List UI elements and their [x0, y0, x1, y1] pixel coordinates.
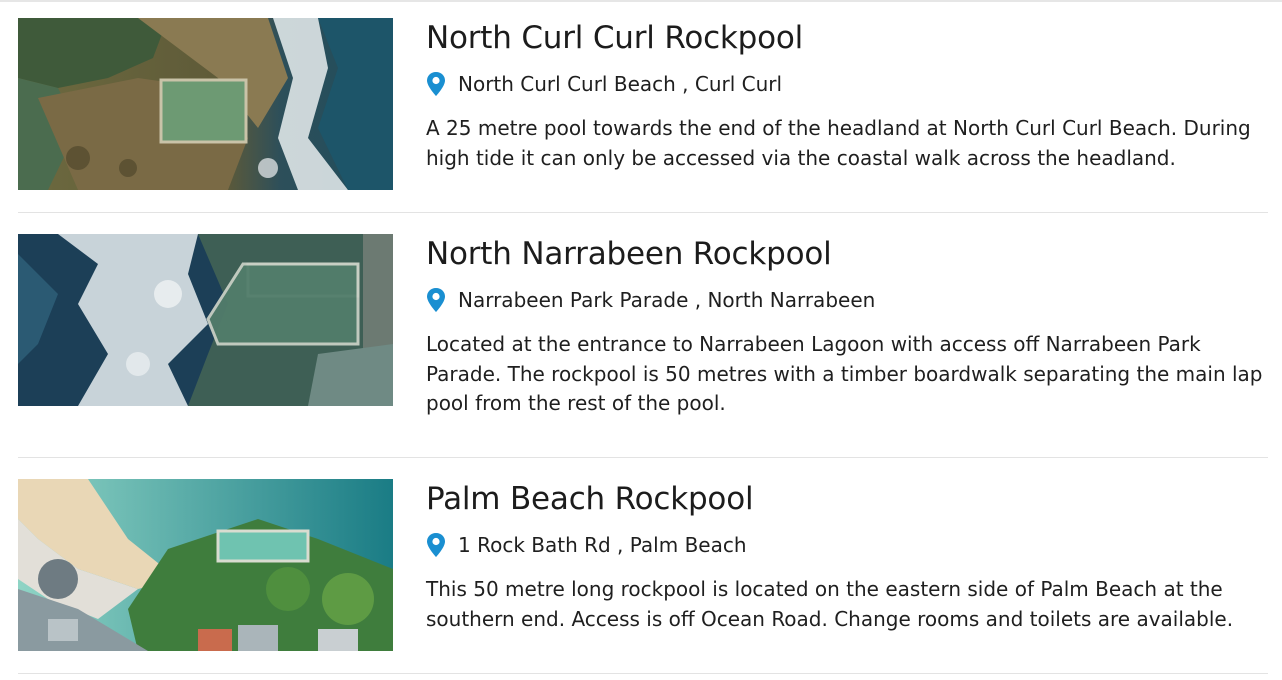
location-text: Narrabeen Park Parade , North Narrabeen [458, 288, 876, 312]
listing-info: North Narrabeen Rockpool Narrabeen Park … [426, 234, 1268, 419]
listing-image[interactable] [18, 234, 393, 406]
listing-location: 1 Rock Bath Rd , Palm Beach [426, 531, 1268, 559]
listing-info: North Curl Curl Rockpool North Curl Curl… [426, 18, 1268, 173]
map-pin-icon [426, 71, 448, 97]
aerial-rockpool-image [18, 234, 393, 406]
listing-card: North Narrabeen Rockpool Narrabeen Park … [18, 234, 1268, 458]
listing-card: Palm Beach Rockpool 1 Rock Bath Rd , Pal… [18, 479, 1268, 674]
listing-location: North Curl Curl Beach , Curl Curl [426, 70, 1268, 98]
listing-title[interactable]: North Curl Curl Rockpool [426, 18, 1268, 58]
map-pin-icon [426, 287, 448, 313]
location-text: North Curl Curl Beach , Curl Curl [458, 72, 783, 96]
listing-image[interactable] [18, 18, 393, 190]
listing-description: This 50 metre long rockpool is located o… [426, 577, 1234, 631]
listing-info: Palm Beach Rockpool 1 Rock Bath Rd , Pal… [426, 479, 1268, 634]
map-pin-icon [426, 532, 448, 558]
listing-title[interactable]: North Narrabeen Rockpool [426, 234, 1268, 274]
listing-image[interactable] [18, 479, 393, 651]
top-divider [0, 0, 1282, 2]
listing-location: Narrabeen Park Parade , North Narrabeen [426, 286, 1268, 314]
listing-description: A 25 metre pool towards the end of the h… [426, 116, 1251, 170]
aerial-rockpool-image [18, 18, 393, 190]
listing-description: Located at the entrance to Narrabeen Lag… [426, 332, 1263, 415]
listing-title[interactable]: Palm Beach Rockpool [426, 479, 1268, 519]
location-text: 1 Rock Bath Rd , Palm Beach [458, 533, 747, 557]
aerial-rockpool-image [18, 479, 393, 651]
listing-card: North Curl Curl Rockpool North Curl Curl… [18, 18, 1268, 213]
